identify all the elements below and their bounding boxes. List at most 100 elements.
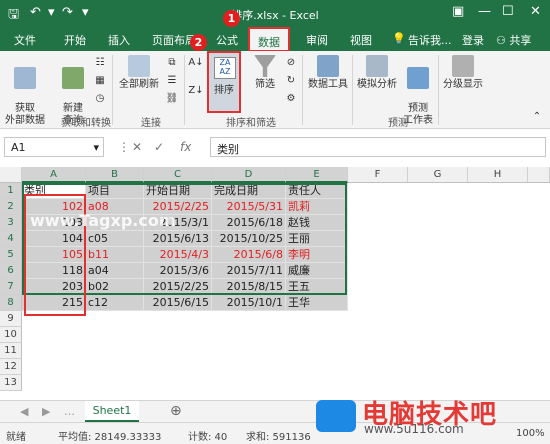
table-cell[interactable]: 2015/6/18: [212, 215, 286, 231]
connections-icon[interactable]: ⧉: [164, 57, 180, 69]
table-cell[interactable]: 104: [22, 231, 86, 247]
tab-insert[interactable]: 插入: [108, 32, 130, 48]
table-cell[interactable]: 2015/6/15: [144, 295, 212, 311]
table-cell[interactable]: 2015/8/15: [212, 279, 286, 295]
table-cell[interactable]: 凯莉: [286, 199, 348, 215]
table-cell[interactable]: 2015/10/25: [212, 231, 286, 247]
table-cell[interactable]: 王丽: [286, 231, 348, 247]
table-cell[interactable]: 215: [22, 295, 86, 311]
row-header[interactable]: 6: [0, 263, 22, 279]
share-button[interactable]: ⚇ 共享: [496, 32, 531, 48]
ribbon-display-options-icon[interactable]: ▣: [452, 4, 464, 19]
tab-file[interactable]: 文件: [14, 32, 36, 48]
clear-filter-icon[interactable]: ⊘: [284, 57, 298, 69]
row-header[interactable]: 12: [0, 359, 22, 375]
name-box-dropdown-icon[interactable]: ▾: [93, 141, 99, 154]
reapply-filter-icon[interactable]: ↻: [284, 75, 298, 87]
row-header[interactable]: 2: [0, 199, 22, 215]
table-cell[interactable]: 2015/4/3: [144, 247, 212, 263]
show-queries-icon[interactable]: ☷: [92, 57, 108, 69]
table-cell[interactable]: 118: [22, 263, 86, 279]
what-if-analysis-button[interactable]: 模拟分析: [355, 55, 399, 91]
name-box[interactable]: A1 ▾: [4, 137, 104, 157]
table-header-cell[interactable]: 类别: [22, 183, 86, 199]
tab-data[interactable]: 数据: [248, 27, 290, 52]
minimize-button[interactable]: —: [478, 4, 491, 19]
table-cell[interactable]: 2015/3/6: [144, 263, 212, 279]
collapse-ribbon-icon[interactable]: ⌃: [530, 111, 544, 123]
row-header[interactable]: 8: [0, 295, 22, 311]
recent-sources-icon[interactable]: ◷: [92, 93, 108, 105]
table-cell[interactable]: c12: [86, 295, 144, 311]
row-header[interactable]: 13: [0, 375, 22, 391]
row-header[interactable]: 3: [0, 215, 22, 231]
row-header[interactable]: 4: [0, 231, 22, 247]
get-external-data-button[interactable]: 获取 外部数据: [2, 55, 48, 127]
table-cell[interactable]: 威廉: [286, 263, 348, 279]
enter-icon[interactable]: ✓: [154, 140, 164, 154]
table-cell[interactable]: 203: [22, 279, 86, 295]
table-cell[interactable]: 2015/7/11: [212, 263, 286, 279]
sheet-tab[interactable]: Sheet1: [85, 401, 139, 423]
select-all-corner[interactable]: [0, 167, 22, 183]
sort-button[interactable]: ZA AZ 排序: [207, 51, 241, 113]
tab-review[interactable]: 审阅: [306, 32, 328, 48]
row-header[interactable]: 10: [0, 327, 22, 343]
tell-me-input[interactable]: 告诉我...: [408, 32, 452, 48]
table-cell[interactable]: 王华: [286, 295, 348, 311]
table-header-cell[interactable]: 完成日期: [212, 183, 286, 199]
filter-button[interactable]: 筛选: [248, 55, 282, 91]
column-header-e[interactable]: E: [286, 167, 348, 183]
edit-links-icon[interactable]: ⛓: [164, 93, 180, 105]
table-cell[interactable]: 王五: [286, 279, 348, 295]
row-header[interactable]: 7: [0, 279, 22, 295]
table-cell[interactable]: b02: [86, 279, 144, 295]
column-header-a[interactable]: A: [22, 167, 86, 183]
table-cell[interactable]: 2015/6/8: [212, 247, 286, 263]
close-button[interactable]: ✕: [530, 4, 541, 19]
column-header-b[interactable]: B: [86, 167, 144, 183]
properties-icon[interactable]: ☰: [164, 75, 180, 87]
table-cell[interactable]: 105: [22, 247, 86, 263]
worksheet-grid[interactable]: A B C D E F G H 1 2 3 4 5 6 7 8 9 10 11 …: [0, 167, 550, 397]
table-cell[interactable]: 2015/2/25: [144, 199, 212, 215]
table-cell[interactable]: 2015/2/25: [144, 279, 212, 295]
table-cell[interactable]: 李明: [286, 247, 348, 263]
table-cell[interactable]: b11: [86, 247, 144, 263]
column-header-f[interactable]: F: [348, 167, 408, 183]
sheet-more-icon[interactable]: …: [64, 405, 75, 418]
column-header-d[interactable]: D: [212, 167, 286, 183]
advanced-filter-icon[interactable]: ⚙: [284, 93, 298, 105]
row-header[interactable]: 11: [0, 343, 22, 359]
table-header-cell[interactable]: 开始日期: [144, 183, 212, 199]
table-cell[interactable]: 2015/3/1: [144, 215, 212, 231]
row-header[interactable]: 1: [0, 183, 22, 199]
table-cell[interactable]: 2015/10/1: [212, 295, 286, 311]
table-cell[interactable]: 2015/5/31: [212, 199, 286, 215]
column-header-g[interactable]: G: [408, 167, 468, 183]
table-cell[interactable]: c05: [86, 231, 144, 247]
sort-descending-icon[interactable]: Z↓: [188, 85, 204, 97]
add-sheet-icon[interactable]: ⊕: [170, 403, 182, 419]
maximize-button[interactable]: ☐: [502, 4, 514, 19]
previous-sheet-icon[interactable]: ◀: [20, 405, 28, 418]
from-table-icon[interactable]: ▦: [92, 75, 108, 87]
table-header-cell[interactable]: 项目: [86, 183, 144, 199]
tab-home[interactable]: 开始: [64, 32, 86, 48]
column-header-c[interactable]: C: [144, 167, 212, 183]
tab-formulas[interactable]: 公式: [216, 32, 238, 48]
table-header-cell[interactable]: 责任人: [286, 183, 348, 199]
table-cell[interactable]: 2015/6/13: [144, 231, 212, 247]
formula-input[interactable]: 类别: [210, 137, 546, 157]
cancel-icon[interactable]: ✕: [132, 140, 142, 154]
row-header[interactable]: 9: [0, 311, 22, 327]
column-header-h[interactable]: H: [468, 167, 528, 183]
next-sheet-icon[interactable]: ▶: [42, 405, 50, 418]
refresh-all-button[interactable]: 全部刷新: [118, 55, 160, 91]
data-tools-button[interactable]: 数据工具: [306, 55, 350, 91]
table-cell[interactable]: 103: [22, 215, 86, 231]
table-cell[interactable]: a08: [86, 199, 144, 215]
outline-button[interactable]: 分级显示: [440, 55, 486, 91]
sign-in-link[interactable]: 登录: [462, 32, 484, 48]
tab-view[interactable]: 视图: [350, 32, 372, 48]
